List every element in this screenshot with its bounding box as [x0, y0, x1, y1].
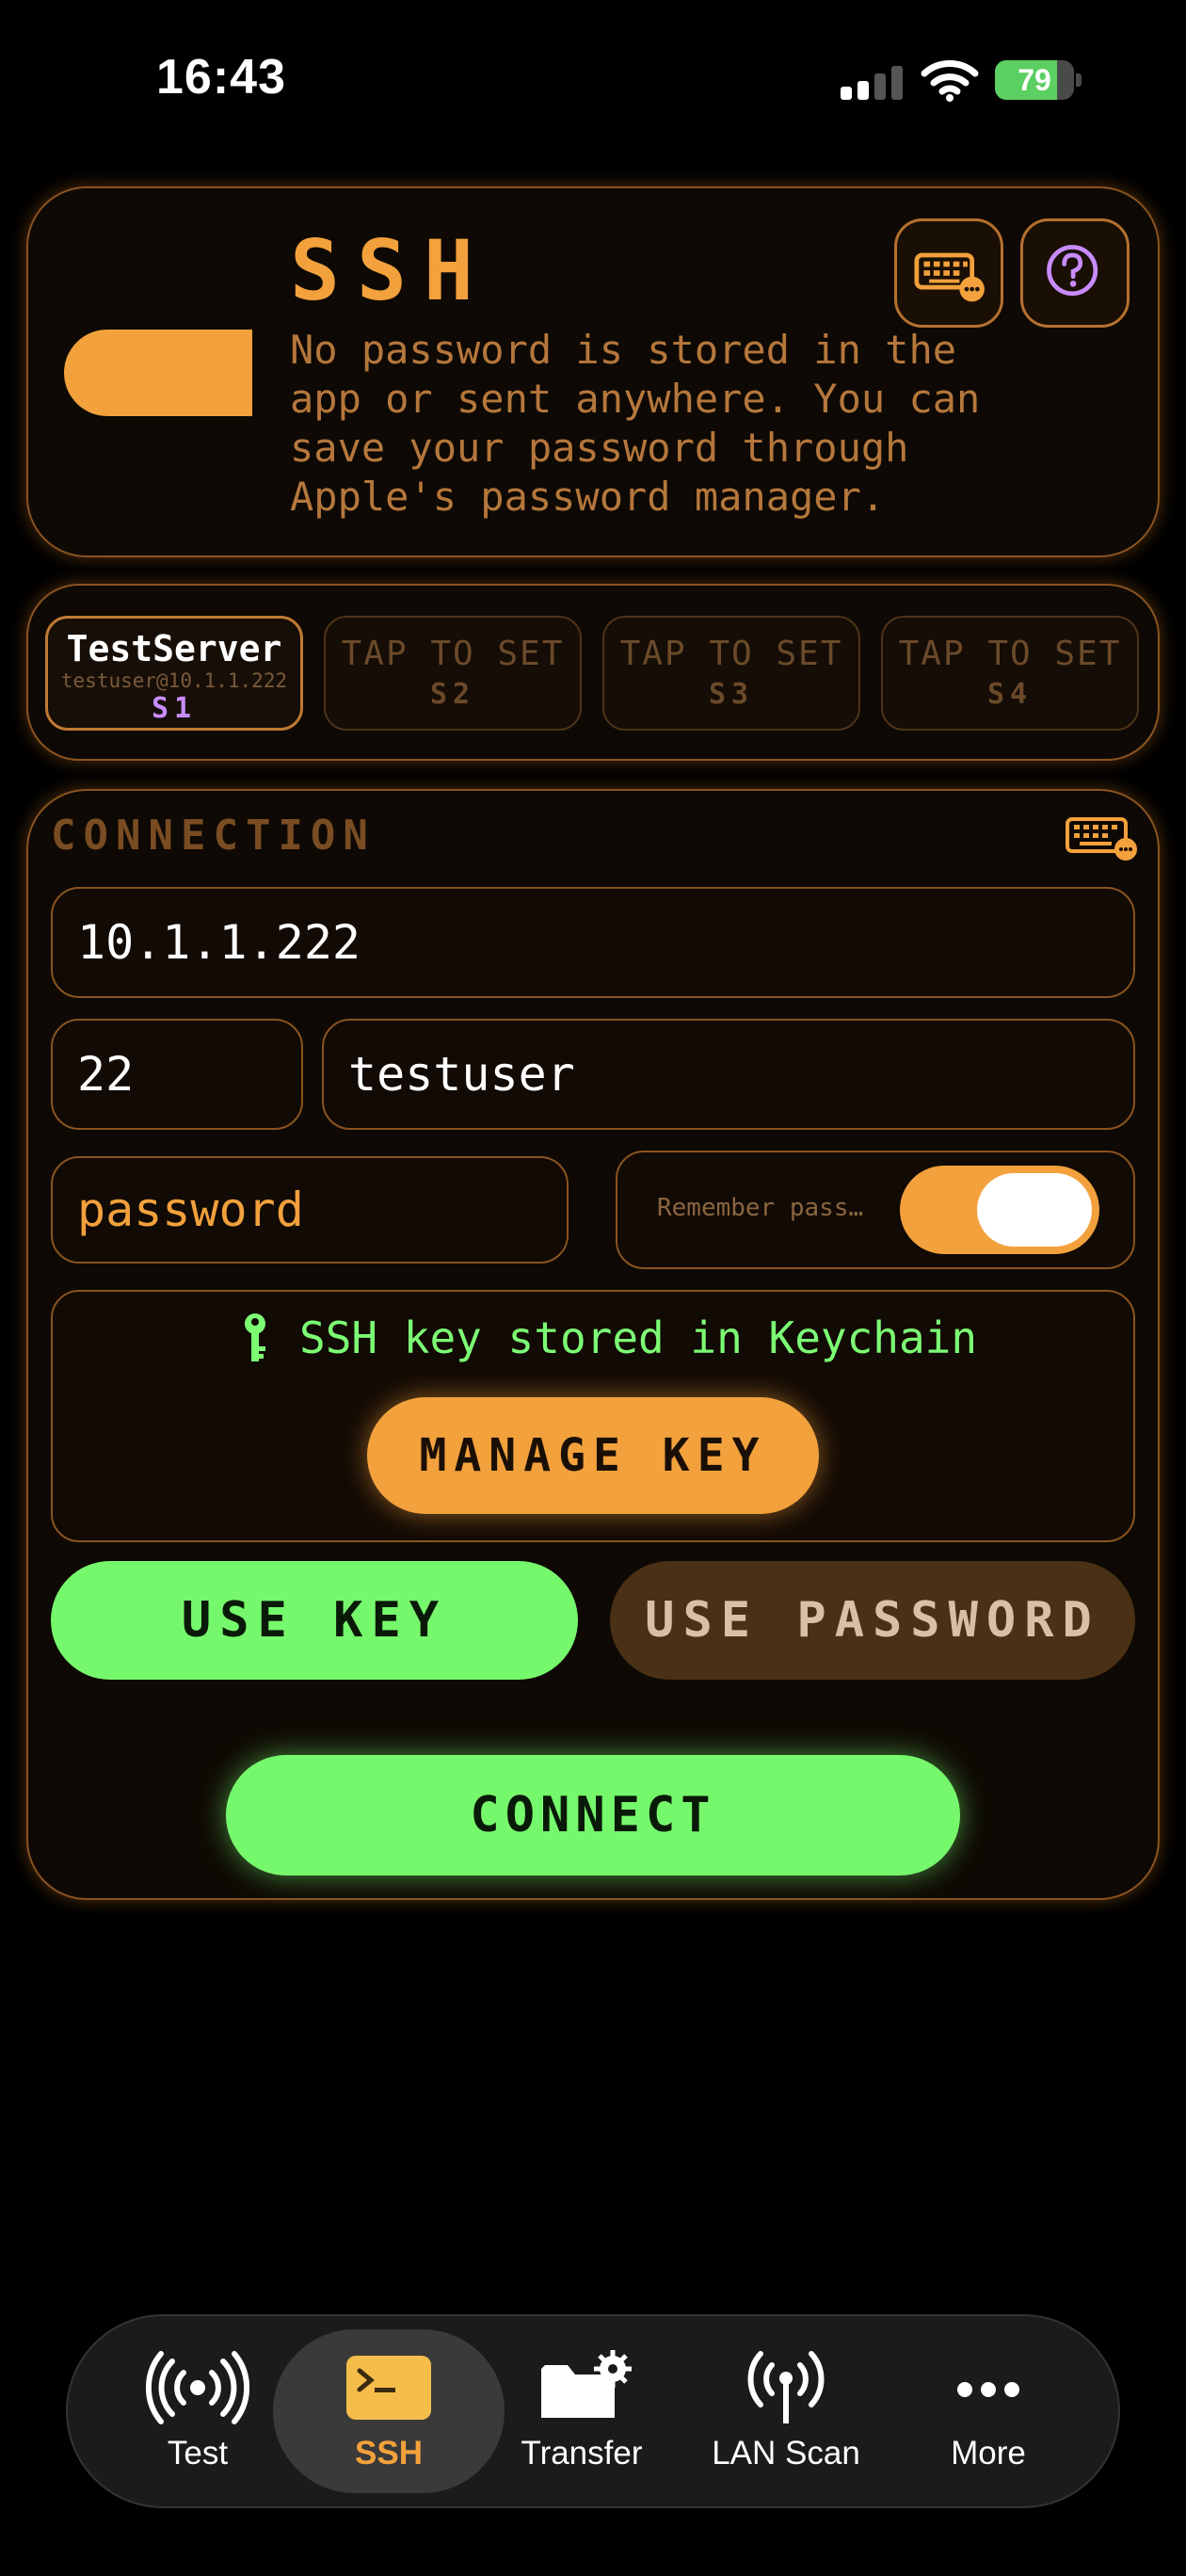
- slot-s1[interactable]: TestServer testuser@10.1.1.222 S1: [45, 616, 303, 731]
- antenna-broadcast-icon: [146, 2351, 249, 2424]
- connect-button[interactable]: CONNECT: [226, 1755, 960, 1876]
- manage-key-button[interactable]: MANAGE KEY: [367, 1397, 819, 1514]
- tab-lan-scan[interactable]: LAN Scan: [682, 2329, 890, 2493]
- port-field[interactable]: 22: [51, 1019, 303, 1130]
- tab-label: Test: [167, 2435, 229, 2471]
- ellipsis-icon: [957, 2382, 1019, 2397]
- connection-heading: CONNECTION: [51, 812, 376, 860]
- slot-name: TestServer: [66, 628, 282, 669]
- header-description: No password is stored in the app or sent…: [290, 327, 981, 520]
- tab-ssh[interactable]: SSH: [273, 2329, 505, 2493]
- antenna-icon: [747, 2351, 825, 2423]
- key-status-text: SSH key stored in Keychain: [299, 1312, 978, 1363]
- host-field[interactable]: 10.1.1.222: [51, 887, 1135, 998]
- tab-label: Transfer: [521, 2435, 643, 2471]
- slot-name: TAP TO SET: [898, 635, 1122, 673]
- slot-s3[interactable]: TAP TO SET S3: [602, 616, 860, 731]
- keyboard-button[interactable]: [894, 218, 1003, 328]
- key-icon: [245, 1313, 265, 1361]
- tab-more[interactable]: More: [885, 2329, 1092, 2493]
- slot-id: S3: [708, 678, 755, 711]
- toggle-knob: [977, 1173, 1092, 1247]
- question-icon: [1047, 245, 1098, 297]
- password-field[interactable]: password: [51, 1156, 569, 1264]
- help-button[interactable]: [1020, 218, 1130, 328]
- keyboard-icon: [914, 252, 985, 302]
- remember-password-toggle[interactable]: [900, 1166, 1099, 1254]
- tab-label: SSH: [355, 2435, 423, 2471]
- slot-subtitle: testuser@10.1.1.222: [60, 669, 288, 692]
- wifi-icon: [921, 60, 979, 102]
- username-field[interactable]: testuser: [322, 1019, 1135, 1130]
- tab-test[interactable]: Test: [94, 2329, 301, 2493]
- keyboard-icon[interactable]: [1064, 813, 1141, 862]
- status-pill[interactable]: [64, 330, 252, 416]
- slot-name: TAP TO SET: [619, 635, 843, 673]
- slot-s2[interactable]: TAP TO SET S2: [324, 616, 582, 731]
- battery-icon: 79: [995, 60, 1082, 100]
- slot-s4[interactable]: TAP TO SET S4: [881, 616, 1139, 731]
- slot-name: TAP TO SET: [341, 635, 565, 673]
- tab-label: More: [951, 2435, 1026, 2471]
- cellular-signal-icon: [841, 64, 905, 100]
- battery-percent: 79: [1018, 63, 1051, 97]
- slot-id: S1: [151, 692, 198, 725]
- folder-gear-icon: [541, 2350, 632, 2418]
- use-password-button[interactable]: USE PASSWORD: [610, 1561, 1135, 1680]
- remember-password-label: Remember pass…: [657, 1194, 864, 1222]
- tab-label: LAN Scan: [712, 2435, 860, 2471]
- use-key-button[interactable]: USE KEY: [51, 1561, 578, 1680]
- slot-id: S2: [429, 678, 476, 711]
- terminal-icon: [346, 2356, 431, 2420]
- slot-id: S4: [986, 678, 1034, 711]
- status-time: 16:43: [156, 50, 286, 105]
- tab-transfer[interactable]: Transfer: [478, 2329, 685, 2493]
- page-title: SSH: [290, 222, 490, 319]
